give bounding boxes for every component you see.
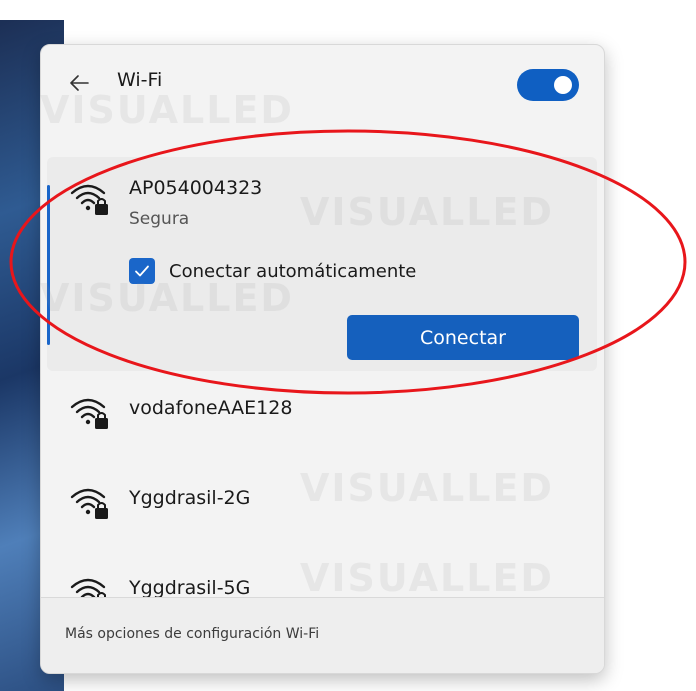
wifi-toggle[interactable]: [517, 69, 579, 101]
back-button[interactable]: [63, 67, 95, 99]
wifi-secured-icon: [70, 184, 108, 215]
checkmark-icon: [135, 265, 149, 277]
auto-connect-checkbox[interactable]: [129, 258, 155, 284]
network-name: vodafoneAAE128: [129, 397, 293, 419]
wifi-flyout-panel: Wi-Fi AP054004323 Segura Conectar automá…: [40, 44, 605, 674]
network-list: AP054004323 Segura Conectar automáticame…: [41, 149, 604, 597]
network-name: Yggdrasil-2G: [129, 487, 251, 509]
auto-connect-label: Conectar automáticamente: [169, 261, 417, 282]
network-item[interactable]: Yggdrasil-2G: [47, 471, 597, 531]
wifi-secured-icon: [70, 488, 108, 519]
toggle-knob: [554, 76, 572, 94]
network-name: Yggdrasil-5G: [129, 577, 251, 597]
network-item[interactable]: vodafoneAAE128: [47, 381, 597, 441]
more-wifi-settings-link[interactable]: Más opciones de configuración Wi-Fi: [65, 626, 319, 642]
network-name: AP054004323: [129, 177, 263, 199]
wifi-secured-icon: [70, 398, 108, 429]
wifi-panel-footer: Más opciones de configuración Wi-Fi: [41, 597, 604, 673]
wifi-panel-header: Wi-Fi: [41, 45, 604, 121]
network-item-expanded[interactable]: AP054004323 Segura Conectar automáticame…: [47, 157, 597, 371]
connect-button[interactable]: Conectar: [347, 315, 579, 360]
panel-title: Wi-Fi: [117, 69, 163, 91]
network-item[interactable]: Yggdrasil-5G: [47, 561, 597, 597]
network-security-status: Segura: [129, 209, 190, 229]
wifi-secured-icon: [70, 578, 106, 597]
arrow-left-icon: [70, 75, 89, 91]
selection-accent-bar: [47, 185, 50, 345]
